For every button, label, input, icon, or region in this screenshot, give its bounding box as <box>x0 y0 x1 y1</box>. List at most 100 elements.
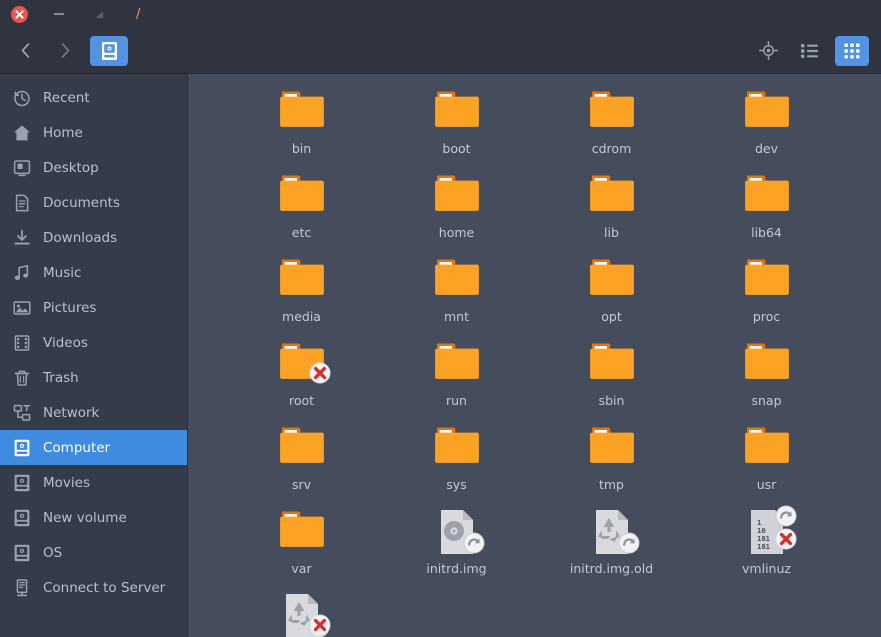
home-icon <box>12 123 32 143</box>
sidebar-item-videos[interactable]: Videos <box>0 325 187 360</box>
file-item[interactable]: dev <box>689 88 844 172</box>
sidebar-item-music[interactable]: Music <box>0 255 187 290</box>
sidebar-item-documents[interactable]: Documents <box>0 185 187 220</box>
sidebar-item-label: Recent <box>43 90 90 106</box>
drive-icon <box>12 473 32 493</box>
sidebar-item-pictures[interactable]: Pictures <box>0 290 187 325</box>
file-item[interactable]: media <box>224 256 379 340</box>
file-item[interactable]: 1 10 101 101 vmlinuz <box>689 508 844 592</box>
computer-icon <box>12 438 32 458</box>
download-icon <box>12 228 32 248</box>
file-icon <box>278 88 326 136</box>
file-item[interactable]: tmp <box>534 424 689 508</box>
file-icon <box>588 424 636 472</box>
folder-icon <box>278 424 326 468</box>
sidebar-item-home[interactable]: Home <box>0 115 187 150</box>
file-item[interactable]: root <box>224 340 379 424</box>
sidebar-item-new-volume[interactable]: New volume <box>0 500 187 535</box>
grid-view-button[interactable] <box>835 36 869 66</box>
toolbar <box>0 28 881 74</box>
folder-icon <box>588 424 636 468</box>
file-label: initrd.img <box>426 561 486 576</box>
file-icon <box>743 424 791 472</box>
file-item[interactable]: lib64 <box>689 172 844 256</box>
file-item[interactable]: lib <box>534 172 689 256</box>
unreadable-emblem-icon <box>775 528 797 550</box>
file-item[interactable]: var <box>224 508 379 592</box>
file-label: tmp <box>599 477 624 492</box>
file-label: sys <box>446 477 466 492</box>
sidebar-item-movies[interactable]: Movies <box>0 465 187 500</box>
symlink-emblem <box>618 532 640 554</box>
folder-icon <box>433 88 481 132</box>
file-item[interactable] <box>224 592 379 637</box>
sidebar-item-network[interactable]: Network <box>0 395 187 430</box>
sidebar-item-downloads[interactable]: Downloads <box>0 220 187 255</box>
file-item[interactable]: run <box>379 340 534 424</box>
file-item[interactable]: cdrom <box>534 88 689 172</box>
file-item[interactable]: initrd.img.old <box>534 508 689 592</box>
folder-icon <box>743 424 791 468</box>
sidebar-item-computer[interactable]: Computer <box>0 430 187 465</box>
folder-icon <box>588 340 636 384</box>
maximize-icon <box>95 10 104 19</box>
symlink-emblem-icon <box>618 532 640 554</box>
file-item[interactable]: boot <box>379 88 534 172</box>
file-item[interactable]: snap <box>689 340 844 424</box>
content-area: Recent Home Desktop DocumentsDownloads Music… <box>0 74 881 637</box>
file-item[interactable]: usr <box>689 424 844 508</box>
file-item[interactable]: opt <box>534 256 689 340</box>
clock-icon <box>12 88 32 108</box>
folder-icon <box>588 88 636 132</box>
file-item[interactable]: proc <box>689 256 844 340</box>
file-icon <box>278 424 326 472</box>
back-button[interactable] <box>8 34 42 68</box>
file-icon <box>743 88 791 136</box>
minimize-button[interactable] <box>48 3 70 25</box>
sidebar-item-label: Computer <box>43 440 110 456</box>
file-item[interactable]: sbin <box>534 340 689 424</box>
file-item[interactable]: srv <box>224 424 379 508</box>
folder-icon <box>743 88 791 132</box>
file-item[interactable]: sys <box>379 424 534 508</box>
file-item[interactable]: etc <box>224 172 379 256</box>
file-list-pane[interactable]: bin boot cdrom dev etc home lib lib64 me… <box>188 74 881 637</box>
film-icon <box>12 333 32 353</box>
folder-icon <box>278 172 326 216</box>
file-item[interactable]: home <box>379 172 534 256</box>
sidebar-item-label: New volume <box>43 510 127 526</box>
network-icon <box>12 403 32 423</box>
folder-icon <box>433 424 481 468</box>
sidebar-item-desktop[interactable]: Desktop <box>0 150 187 185</box>
close-button[interactable] <box>8 3 30 25</box>
file-icon <box>588 508 636 556</box>
file-label: vmlinuz <box>742 561 791 576</box>
sidebar-item-label: Music <box>43 265 81 281</box>
forward-button[interactable] <box>48 34 82 68</box>
file-item[interactable]: initrd.img <box>379 508 534 592</box>
unreadable-emblem-icon <box>309 614 331 636</box>
locate-button[interactable] <box>751 36 785 66</box>
sidebar-item-trash[interactable]: Trash <box>0 360 187 395</box>
file-icon <box>588 88 636 136</box>
unreadable-emblem <box>309 614 331 636</box>
file-icon <box>433 88 481 136</box>
file-label: var <box>291 561 311 576</box>
file-item[interactable]: mnt <box>379 256 534 340</box>
sidebar-item-os[interactable]: OS <box>0 535 187 570</box>
maximize-button[interactable] <box>88 3 110 25</box>
file-manager-window: / <box>0 0 881 637</box>
sidebar-item-connect-to-server[interactable]: Connect to Server <box>0 570 187 605</box>
sidebar-item-recent[interactable]: Recent <box>0 80 187 115</box>
sidebar-item-label: Desktop <box>43 160 99 176</box>
file-label: lib64 <box>751 225 782 240</box>
file-label: lib <box>604 225 619 240</box>
grid-view-icon <box>844 43 860 59</box>
list-view-button[interactable] <box>793 36 827 66</box>
file-item[interactable]: bin <box>224 88 379 172</box>
file-label: media <box>282 309 321 324</box>
picture-icon <box>12 298 32 318</box>
breadcrumb-computer-button[interactable] <box>90 36 128 66</box>
file-label: bin <box>292 141 311 156</box>
symlink-emblem <box>775 505 797 527</box>
